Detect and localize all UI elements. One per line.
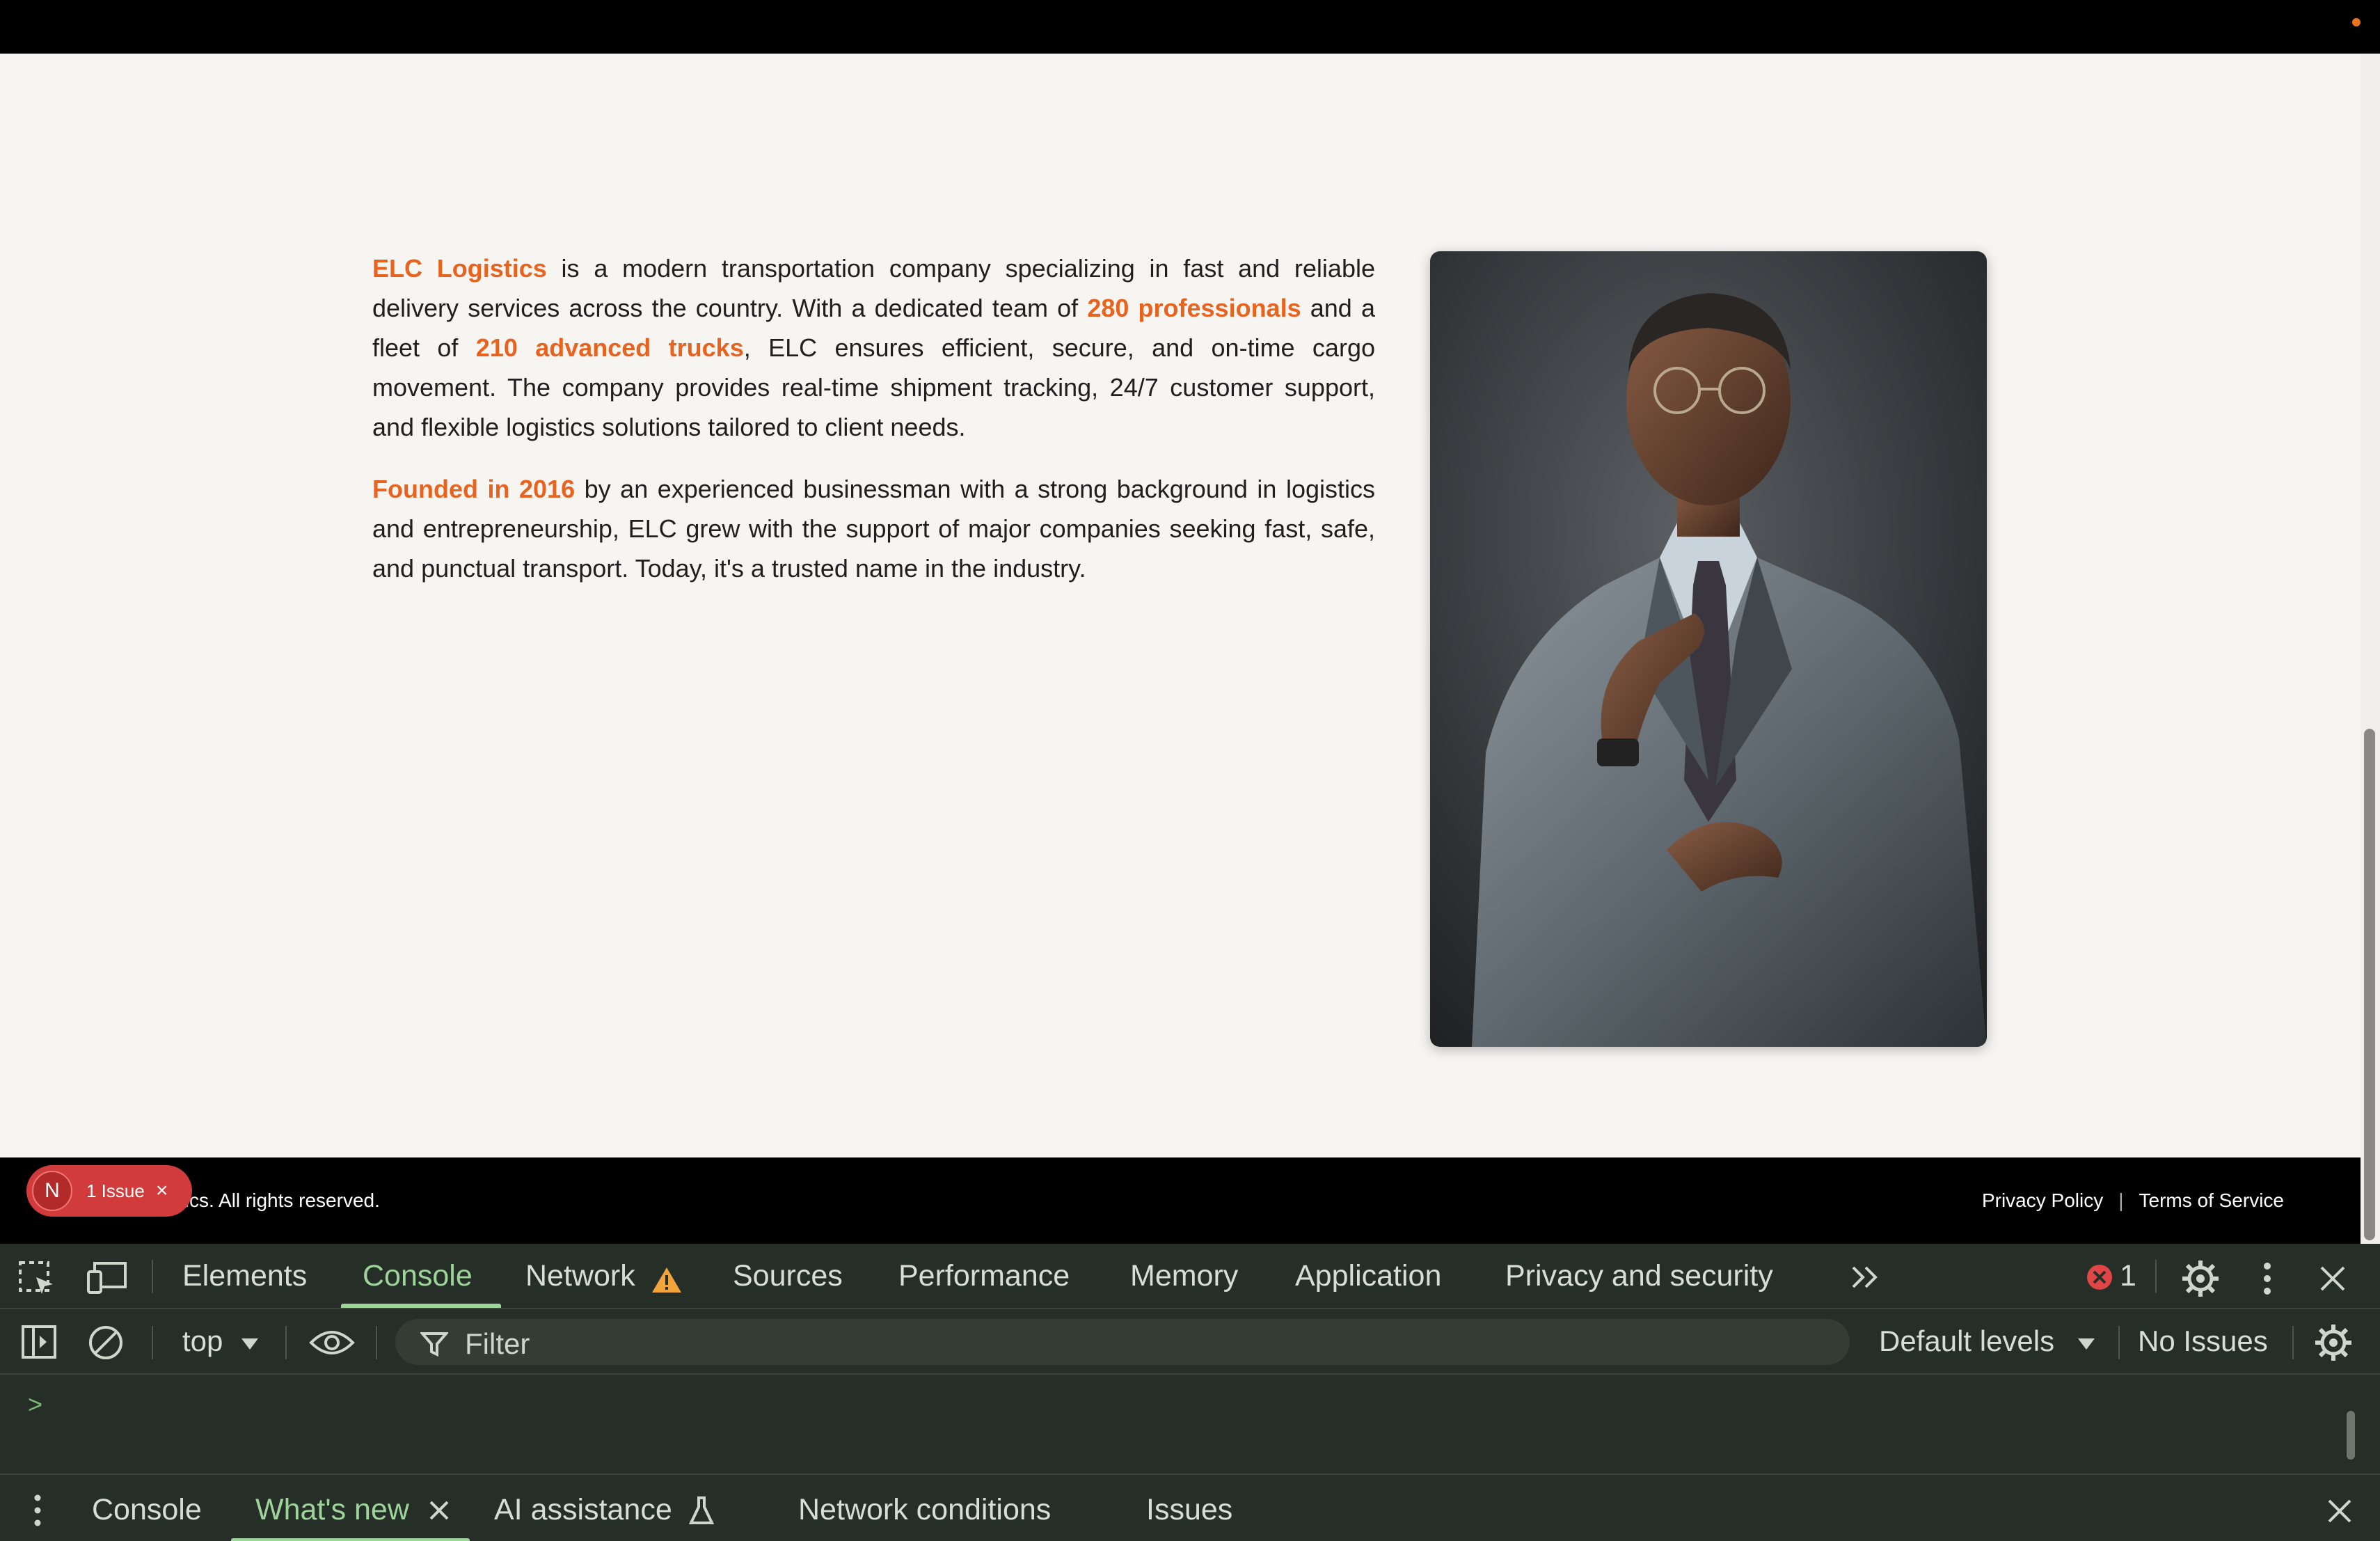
active-tab-indicator (341, 1304, 501, 1308)
footer-separator: | (2118, 1190, 2124, 1211)
clear-console-icon[interactable] (88, 1325, 124, 1364)
brand-name: ELC Logistics (372, 254, 547, 283)
log-levels-dropdown[interactable]: Default levels (1879, 1325, 2054, 1358)
nextjs-issue-badge[interactable]: N 1 Issue × (26, 1165, 192, 1217)
devtools-main-tabs: Elements Console Network Sources Perform… (0, 1244, 2380, 1309)
context-selector[interactable]: top (182, 1325, 223, 1358)
toolbar-divider (2292, 1326, 2294, 1359)
console-output-area[interactable]: > (0, 1376, 2359, 1473)
chevron-down-icon[interactable] (240, 1337, 260, 1354)
filter-placeholder: Filter (465, 1327, 530, 1360)
page-scrollbar-thumb[interactable] (2364, 729, 2375, 1240)
sidebar-toggle-icon[interactable] (21, 1325, 57, 1363)
issue-count-label[interactable]: 1 Issue (86, 1180, 145, 1202)
about-paragraph-1: ELC Logistics is a modern transportation… (372, 248, 1375, 447)
error-count[interactable]: 1 (2120, 1259, 2136, 1293)
tab-sources[interactable]: Sources (733, 1259, 843, 1293)
founder-portrait-image (1430, 251, 1987, 1047)
tab-elements[interactable]: Elements (182, 1259, 307, 1293)
chevron-down-icon[interactable] (2077, 1337, 2096, 1354)
more-options-icon[interactable] (2262, 1262, 2273, 1299)
experiment-flask-icon (688, 1496, 715, 1528)
footer-links: Privacy Policy | Terms of Service (1982, 1190, 2284, 1212)
filter-funnel-icon (419, 1330, 450, 1364)
drawer-tab-network-conditions[interactable]: Network conditions (798, 1493, 1051, 1527)
about-section-text: ELC Logistics is a modern transportation… (372, 248, 1375, 610)
tab-memory[interactable]: Memory (1130, 1259, 1238, 1293)
founded-year: Founded in 2016 (372, 475, 576, 503)
toolbar-divider (152, 1326, 153, 1359)
toolbar-divider (285, 1326, 287, 1359)
notification-dot (2352, 18, 2361, 26)
error-icon[interactable] (2086, 1263, 2113, 1295)
browser-top-bar (0, 0, 2380, 54)
devtools-panel: Elements Console Network Sources Perform… (0, 1244, 2380, 1541)
tab-console[interactable]: Console (363, 1259, 473, 1293)
warning-icon (651, 1266, 683, 1297)
more-tabs-chevron-icon[interactable] (1849, 1263, 1882, 1295)
device-toolbar-icon[interactable] (86, 1261, 128, 1299)
drawer-tab-console[interactable]: Console (92, 1493, 202, 1527)
tab-privacy-and-security[interactable]: Privacy and security (1505, 1259, 1773, 1293)
close-drawer-icon[interactable] (2327, 1499, 2352, 1527)
inspect-element-icon[interactable] (18, 1261, 57, 1299)
console-settings-gear-icon[interactable] (2314, 1323, 2353, 1366)
site-footer: tics. All rights reserved. Privacy Polic… (0, 1157, 2361, 1244)
staff-count: 280 professionals (1087, 294, 1301, 322)
console-toolbar: top Filter Default levels No Issues (0, 1311, 2380, 1375)
page-scrollbar[interactable] (2361, 54, 2380, 1244)
toolbar-divider (152, 1260, 153, 1293)
devtools-drawer-tabs: Console What's new AI assistance Network… (0, 1473, 2380, 1541)
close-devtools-icon[interactable] (2319, 1265, 2347, 1296)
tab-network[interactable]: Network (525, 1259, 635, 1293)
issues-counter[interactable]: No Issues (2138, 1325, 2268, 1358)
toolbar-divider (2155, 1260, 2157, 1293)
console-filter-input[interactable]: Filter (395, 1319, 1850, 1365)
drawer-active-tab-indicator (231, 1538, 470, 1541)
console-prompt[interactable]: > (28, 1390, 42, 1419)
page-viewport: ELC Logistics is a modern transportation… (0, 54, 2361, 1157)
console-scrollbar-thumb[interactable] (2347, 1411, 2355, 1460)
live-expression-eye-icon[interactable] (309, 1327, 355, 1361)
drawer-tab-ai-assistance[interactable]: AI assistance (494, 1493, 672, 1527)
drawer-tab-issues[interactable]: Issues (1146, 1493, 1232, 1527)
toolbar-divider (376, 1326, 377, 1359)
close-issue-badge-button[interactable]: × (156, 1179, 168, 1203)
privacy-policy-link[interactable]: Privacy Policy (1982, 1190, 2103, 1212)
nextjs-avatar: N (32, 1171, 72, 1211)
toolbar-divider (2118, 1326, 2120, 1359)
drawer-menu-icon[interactable] (33, 1494, 42, 1530)
truck-count: 210 advanced trucks (475, 333, 744, 362)
footer-copyright: tics. All rights reserved. (180, 1190, 380, 1211)
close-tab-icon[interactable] (429, 1500, 450, 1524)
tab-performance[interactable]: Performance (898, 1259, 1070, 1293)
tab-application[interactable]: Application (1295, 1259, 1441, 1293)
about-paragraph-2: Founded in 2016 by an experienced busine… (372, 469, 1375, 588)
settings-gear-icon[interactable] (2181, 1259, 2220, 1302)
drawer-tab-whats-new[interactable]: What's new (255, 1493, 409, 1527)
terms-of-service-link[interactable]: Terms of Service (2139, 1190, 2285, 1212)
